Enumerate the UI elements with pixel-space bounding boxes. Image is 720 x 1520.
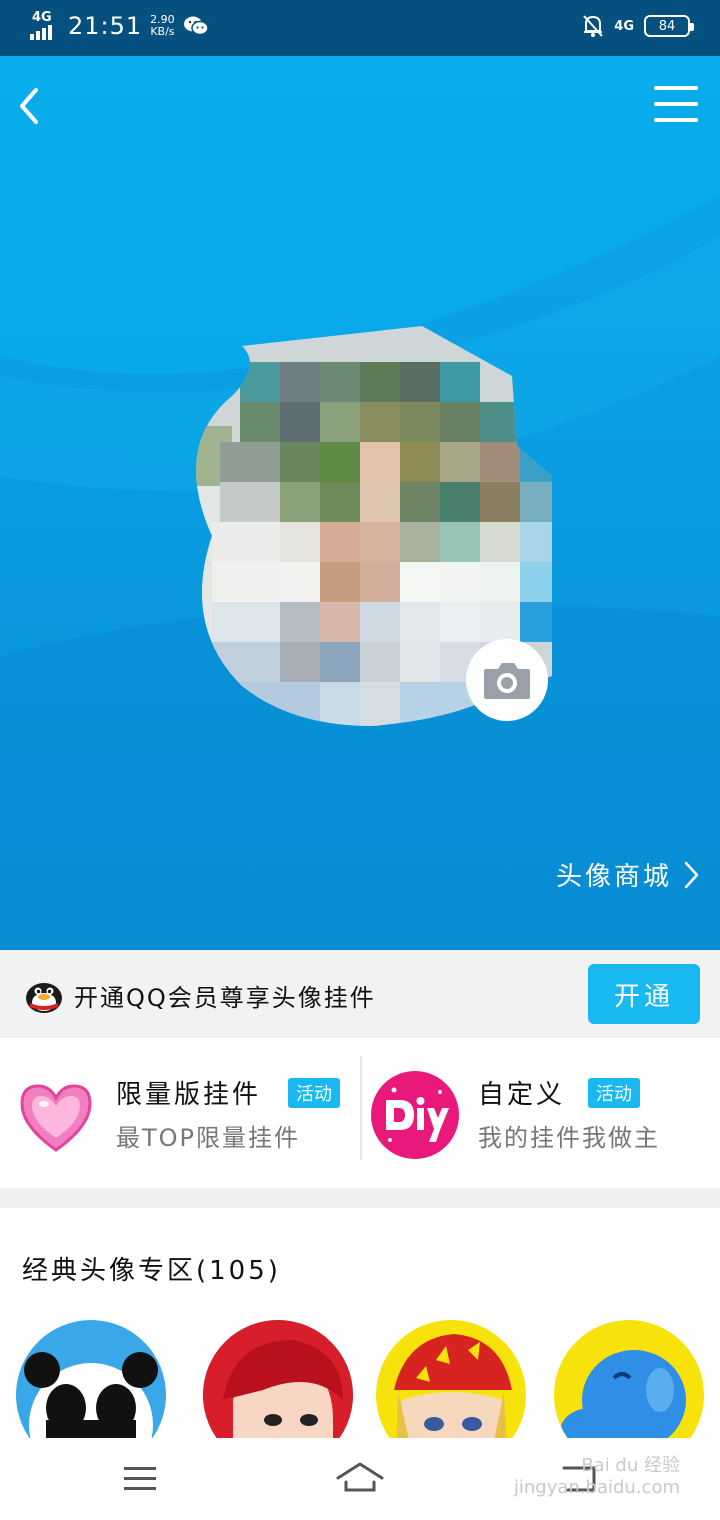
status-time: 21:51 xyxy=(68,12,143,40)
classic-avatar-list xyxy=(0,1320,720,1470)
status-bar: 4G 21:51 2.90 KB/s 4G 84 xyxy=(0,0,720,56)
speed-unit: KB/s xyxy=(150,25,175,38)
back-button[interactable] xyxy=(12,84,52,128)
classic-section-title: 经典头像专区(105) xyxy=(22,1256,281,1286)
network-type-label: 4G xyxy=(32,10,52,25)
signal-icon: 4G xyxy=(30,10,60,40)
change-avatar-button[interactable] xyxy=(466,639,548,721)
watermark-url: jingyan.baidu.com xyxy=(513,1477,680,1498)
avatar-mall-link[interactable]: 头像商城 xyxy=(556,856,700,893)
feature-subtitle: 我的挂件我做主 xyxy=(478,1124,660,1152)
chevron-left-icon xyxy=(20,88,38,124)
activity-badge: 活动 xyxy=(288,1078,340,1108)
qq-penguin-icon xyxy=(26,983,62,1013)
wechat-icon xyxy=(183,16,209,36)
vip-promo-text: 开通QQ会员尊享头像挂件 xyxy=(74,984,376,1012)
chevron-right-icon xyxy=(684,861,699,888)
watermark-title: Bai du 经验 xyxy=(581,1455,680,1476)
feature-limited-pendant[interactable]: 限量版挂件 活动 最TOP限量挂件 xyxy=(0,1038,360,1188)
feature-custom-pendant[interactable]: 自定义 活动 我的挂件我做主 xyxy=(362,1038,720,1188)
section-separator xyxy=(0,1188,720,1208)
battery-level: 84 xyxy=(658,18,676,34)
camera-icon xyxy=(484,663,530,699)
feature-subtitle: 最TOP限量挂件 xyxy=(116,1124,301,1152)
battery-icon: 84 xyxy=(644,15,694,37)
open-vip-button[interactable]: 开通 xyxy=(588,964,700,1024)
baidu-watermark: Bai du 经验 jingyan.baidu.com xyxy=(514,1455,680,1499)
feature-divider xyxy=(360,1056,362,1160)
feature-title: 自定义 xyxy=(478,1080,566,1110)
network-type-label-right: 4G xyxy=(614,18,634,34)
menu-nav-button[interactable] xyxy=(110,1456,170,1500)
vip-banner: 开通QQ会员尊享头像挂件 开通 xyxy=(0,950,720,1038)
network-speed: 2.90 KB/s xyxy=(150,14,175,38)
avatar-hero: 头像商城 xyxy=(0,56,720,950)
mute-notification-icon xyxy=(583,15,604,37)
feature-title: 限量版挂件 xyxy=(116,1080,262,1110)
menu-button[interactable] xyxy=(654,86,698,126)
hamburger-icon xyxy=(124,1467,156,1490)
home-icon xyxy=(336,1462,384,1480)
avatar-mall-label: 头像商城 xyxy=(555,862,672,892)
diy-icon xyxy=(371,1071,459,1159)
activity-badge: 活动 xyxy=(588,1078,640,1108)
heart-icon xyxy=(20,1084,92,1152)
home-nav-button[interactable] xyxy=(330,1456,390,1500)
